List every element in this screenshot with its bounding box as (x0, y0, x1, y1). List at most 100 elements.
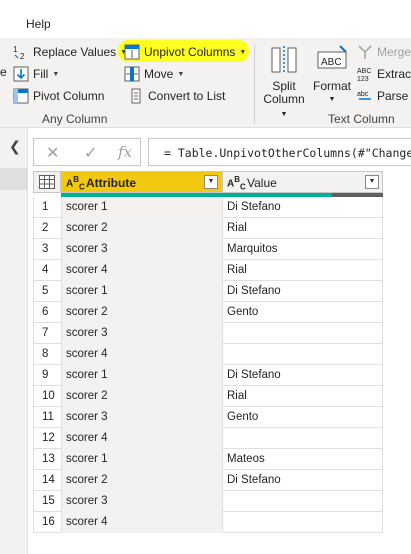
row-number[interactable]: 10 (33, 386, 61, 407)
table-row[interactable]: 11 scorer 3 Gento (33, 407, 383, 428)
table-row[interactable]: 5 scorer 1 Di Stefano (33, 281, 383, 302)
table-menu-header[interactable] (33, 171, 61, 193)
row-number[interactable]: 14 (33, 470, 61, 491)
row-number[interactable]: 9 (33, 365, 61, 386)
table-row[interactable]: 2 scorer 2 Rial (33, 218, 383, 239)
attribute-cell[interactable]: scorer 4 (61, 428, 222, 449)
table-row[interactable]: 12 scorer 4 (33, 428, 383, 449)
value-cell[interactable]: Di Stefano (222, 197, 383, 218)
commit-check-icon[interactable]: ✓ (84, 143, 97, 163)
chevron-down-icon: ▼ (280, 111, 288, 118)
table-row[interactable]: 7 scorer 3 (33, 323, 383, 344)
selected-query-marker[interactable] (0, 168, 27, 190)
row-number[interactable]: 5 (33, 281, 61, 302)
abc-text-icon: ABC (227, 175, 246, 192)
replace-values-icon: 12 (13, 44, 29, 61)
table-row[interactable]: 15 scorer 3 (33, 491, 383, 512)
value-cell[interactable]: Gento (222, 302, 383, 323)
row-number[interactable]: 4 (33, 260, 61, 281)
row-number[interactable]: 16 (33, 512, 61, 533)
attribute-cell[interactable]: scorer 4 (61, 344, 222, 365)
filter-dropdown-icon[interactable]: ▼ (204, 175, 218, 189)
attribute-cell[interactable]: scorer 3 (61, 239, 222, 260)
svg-text:2: 2 (20, 52, 25, 60)
function-fx-icon[interactable]: fx (118, 143, 132, 161)
pivot-column-button[interactable]: Pivot Column (13, 86, 104, 106)
table-row[interactable]: 1 scorer 1 Di Stefano (33, 197, 383, 218)
value-cell[interactable]: Di Stefano (222, 470, 383, 491)
fill-button[interactable]: Fill ▼ (13, 64, 59, 84)
convert-to-list-button[interactable]: Convert to List (128, 86, 225, 106)
row-number[interactable]: 2 (33, 218, 61, 239)
table-row[interactable]: 10 scorer 2 Rial (33, 386, 383, 407)
attribute-cell[interactable]: scorer 3 (61, 323, 222, 344)
attribute-cell[interactable]: scorer 1 (61, 365, 222, 386)
merge-columns-button[interactable]: Merge (357, 42, 411, 62)
row-number[interactable]: 11 (33, 407, 61, 428)
attribute-cell[interactable]: scorer 3 (61, 491, 222, 512)
attribute-cell[interactable]: scorer 1 (61, 197, 222, 218)
row-number[interactable]: 8 (33, 344, 61, 365)
row-number[interactable]: 1 (33, 197, 61, 218)
table-row[interactable]: 16 scorer 4 (33, 512, 383, 533)
cancel-icon[interactable]: ✕ (46, 143, 59, 163)
table-row[interactable]: 9 scorer 1 Di Stefano (33, 365, 383, 386)
attribute-cell[interactable]: scorer 1 (61, 449, 222, 470)
move-button[interactable]: Move ▼ (124, 64, 184, 84)
row-number[interactable]: 13 (33, 449, 61, 470)
column-header-attribute[interactable]: ABC Attribute ▼ (61, 171, 222, 193)
split-column-button[interactable]: Split Column ▼ (259, 44, 309, 121)
svg-text:1: 1 (13, 45, 18, 54)
value-cell[interactable]: Rial (222, 260, 383, 281)
attribute-cell[interactable]: scorer 3 (61, 407, 222, 428)
value-cell[interactable] (222, 428, 383, 449)
unpivot-columns-button[interactable]: Unpivot Columns ▼ (124, 42, 246, 62)
value-cell[interactable]: Di Stefano (222, 365, 383, 386)
format-abc-icon: ABC (316, 44, 348, 76)
attribute-cell[interactable]: scorer 2 (61, 386, 222, 407)
table-icon[interactable] (39, 175, 55, 189)
table-row[interactable]: 4 scorer 4 Rial (33, 260, 383, 281)
attribute-cell[interactable]: scorer 1 (61, 281, 222, 302)
table-row[interactable]: 6 scorer 2 Gento (33, 302, 383, 323)
parse-button[interactable]: abc Parse ▼ (357, 86, 411, 106)
filter-dropdown-icon[interactable]: ▼ (365, 175, 379, 189)
value-cell[interactable]: Marquitos (222, 239, 383, 260)
formula-input[interactable]: = Table.UnpivotOtherColumns(#"Changed (148, 138, 411, 166)
table-row[interactable]: 3 scorer 3 Marquitos (33, 239, 383, 260)
extract-button[interactable]: ABC 123 Extract (357, 64, 411, 84)
chevron-down-icon: ▼ (239, 48, 247, 56)
value-cell[interactable] (222, 344, 383, 365)
table-row[interactable]: 13 scorer 1 Mateos (33, 449, 383, 470)
value-cell[interactable] (222, 512, 383, 533)
replace-values-button[interactable]: 12 Replace Values ▼ (13, 42, 127, 62)
attribute-cell[interactable]: scorer 2 (61, 302, 222, 323)
table-row[interactable]: 8 scorer 4 (33, 344, 383, 365)
value-cell[interactable] (222, 323, 383, 344)
attribute-cell[interactable]: scorer 2 (61, 470, 222, 491)
format-button[interactable]: ABC Format ▼ (311, 44, 353, 106)
row-number[interactable]: 15 (33, 491, 61, 512)
move-column-icon (124, 66, 140, 82)
attribute-cell[interactable]: scorer 2 (61, 218, 222, 239)
attribute-cell[interactable]: scorer 4 (61, 260, 222, 281)
attribute-cell[interactable]: scorer 4 (61, 512, 222, 533)
menu-help[interactable]: Help (26, 17, 51, 31)
value-cell[interactable] (222, 491, 383, 512)
chevron-left-icon[interactable]: ❮ (9, 138, 21, 155)
value-cell[interactable]: Gento (222, 407, 383, 428)
formula-bar: ✕ ✓ fx = Table.UnpivotOtherColumns(#"Cha… (33, 138, 411, 168)
value-cell[interactable]: Mateos (222, 449, 383, 470)
queries-pane-collapsed: ❮ (0, 128, 28, 554)
value-cell[interactable]: Di Stefano (222, 281, 383, 302)
row-number[interactable]: 12 (33, 428, 61, 449)
value-cell[interactable]: Rial (222, 218, 383, 239)
formula-buttons: ✕ ✓ fx (33, 138, 141, 166)
row-number[interactable]: 3 (33, 239, 61, 260)
abc-text-icon: ABC (66, 175, 85, 192)
table-row[interactable]: 14 scorer 2 Di Stefano (33, 470, 383, 491)
row-number[interactable]: 6 (33, 302, 61, 323)
column-header-value[interactable]: ABC Value ▼ (222, 171, 383, 193)
row-number[interactable]: 7 (33, 323, 61, 344)
value-cell[interactable]: Rial (222, 386, 383, 407)
